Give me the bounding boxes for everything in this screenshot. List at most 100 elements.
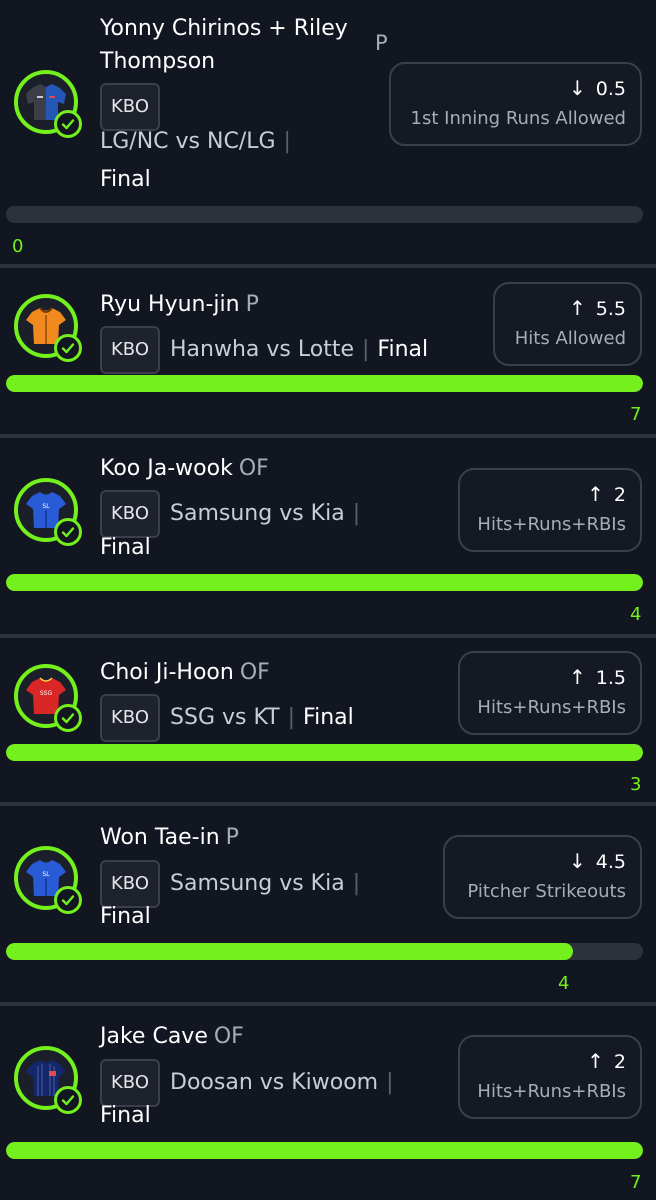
prop-line-value: 1.5 <box>595 667 626 689</box>
meta-row: KBO Samsung vs Kia | <box>100 490 368 538</box>
result-value: 0 <box>12 236 24 257</box>
prop-stat: 1st Inning Runs Allowed <box>410 108 626 129</box>
prop-stat: Hits+Runs+RBIs <box>477 697 626 718</box>
player-position: OF <box>213 1024 244 1049</box>
result-value: 7 <box>630 1172 642 1193</box>
player-name: Yonny Chirinos + Riley Thompson <box>100 16 348 74</box>
meta-row: KBO Doosan vs Kiwoom | <box>100 1059 402 1107</box>
progress-fill <box>6 574 643 591</box>
pick-card[interactable]: SL Won Tae-in P KBO Samsung vs Kia | Final … <box>0 806 656 1002</box>
prop-stat: Hits+Runs+RBIs <box>477 514 626 535</box>
player-avatar <box>14 294 82 362</box>
player-position: OF <box>238 456 269 481</box>
player-name: Ryu Hyun-jin P <box>100 292 259 317</box>
player-name: Jake Cave OF <box>100 1024 244 1049</box>
meta-row: KBO SSG vs KT | Final <box>100 694 354 742</box>
progress-bar <box>6 206 643 223</box>
league-badge: KBO <box>100 1059 161 1107</box>
player-avatar <box>14 70 82 138</box>
progress-fill <box>6 1142 643 1159</box>
game-status: Final <box>100 535 151 560</box>
prop-line-box[interactable]: ↑ 5.5 Hits Allowed <box>493 282 642 366</box>
result-value: 4 <box>558 973 570 994</box>
league-badge: KBO <box>100 490 161 538</box>
matchup: Hanwha vs Lotte <box>170 337 354 362</box>
prop-line-box[interactable]: ↑ 2 Hits+Runs+RBIs <box>458 1035 642 1119</box>
prop-line-value: 5.5 <box>595 298 626 320</box>
pick-card[interactable]: Yonny Chirinos + Riley Thompson P KBO LG… <box>0 0 656 266</box>
prop-line-box[interactable]: ↓ 0.5 1st Inning Runs Allowed <box>389 62 642 146</box>
matchup: Doosan vs Kiwoom <box>170 1070 379 1095</box>
game-status: Final <box>100 167 151 192</box>
player-name: Choi Ji-Hoon OF <box>100 660 270 685</box>
arrow-up-icon: ↑ <box>569 665 586 689</box>
game-status: Final <box>303 705 354 730</box>
separator: | <box>352 501 361 526</box>
matchup-row: LG/NC vs NC/LG | <box>100 124 299 160</box>
league-badge: KBO <box>100 694 161 742</box>
check-icon <box>54 1086 82 1114</box>
meta-row: KBO Hanwha vs Lotte | Final <box>100 326 428 374</box>
prop-line-box[interactable]: ↑ 2 Hits+Runs+RBIs <box>458 468 642 552</box>
player-position: P <box>375 31 388 55</box>
pick-card[interactable]: Jake Cave OF KBO Doosan vs Kiwoom | Final ↑… <box>0 1006 656 1200</box>
progress-bar <box>6 943 643 960</box>
check-icon <box>54 518 82 546</box>
player-position: P <box>245 292 259 317</box>
pick-card[interactable]: SL Koo Ja-wook OF KBO Samsung vs Kia | Fina… <box>0 438 656 634</box>
prop-line-value: 2 <box>613 484 626 506</box>
player-position: OF <box>239 660 270 685</box>
game-status: Final <box>377 337 429 362</box>
progress-fill <box>6 375 643 392</box>
player-avatar: SL <box>14 846 82 914</box>
arrow-up-icon: ↑ <box>587 1049 604 1073</box>
progress-fill <box>6 744 643 761</box>
game-status: Final <box>100 904 151 929</box>
matchup: Samsung vs Kia <box>170 871 345 896</box>
arrow-down-icon: ↓ <box>569 849 586 873</box>
check-icon <box>54 886 82 914</box>
player-position: P <box>225 825 239 850</box>
result-value: 3 <box>630 774 642 795</box>
progress-bar <box>6 1142 643 1159</box>
matchup: Samsung vs Kia <box>170 501 345 526</box>
arrow-up-icon: ↑ <box>569 296 586 320</box>
player-avatar: SL <box>14 478 82 546</box>
check-icon <box>54 704 82 732</box>
svg-text:SL: SL <box>42 503 50 510</box>
prop-stat: Hits+Runs+RBIs <box>477 1081 626 1102</box>
check-icon <box>54 334 82 362</box>
separator: | <box>352 871 361 896</box>
player-avatar: SSG <box>14 664 82 732</box>
progress-fill <box>6 943 573 960</box>
prop-stat: Hits Allowed <box>514 328 626 349</box>
separator: | <box>386 1070 394 1095</box>
prop-line-box[interactable]: ↓ 4.5 Pitcher Strikeouts <box>443 835 642 919</box>
player-avatar <box>14 1046 82 1114</box>
prop-line-box[interactable]: ↑ 1.5 Hits+Runs+RBIs <box>458 651 642 735</box>
prop-stat: Pitcher Strikeouts <box>467 881 626 902</box>
svg-text:SL: SL <box>42 871 50 878</box>
matchup: LG/NC vs NC/LG <box>100 129 276 154</box>
separator: | <box>287 705 296 730</box>
meta-row: KBO Samsung vs Kia | <box>100 860 368 908</box>
result-value: 4 <box>630 604 642 625</box>
pick-card[interactable]: SSG Choi Ji-Hoon OF KBO SSG vs KT | Final ↑ 1… <box>0 638 656 804</box>
prop-line-value: 2 <box>613 1051 626 1073</box>
pick-card[interactable]: Ryu Hyun-jin P KBO Hanwha vs Lotte | Final ↑… <box>0 268 656 434</box>
check-icon <box>54 110 82 138</box>
matchup: SSG vs KT <box>170 705 280 730</box>
progress-bar <box>6 375 643 392</box>
player-name: Won Tae-in P <box>100 825 239 850</box>
arrow-down-icon: ↓ <box>569 76 586 100</box>
player-name: Koo Ja-wook OF <box>100 456 269 481</box>
separator: | <box>283 129 291 154</box>
prop-line-value: 0.5 <box>595 78 626 100</box>
result-value: 7 <box>630 404 642 425</box>
separator: | <box>362 337 370 362</box>
game-status: Final <box>100 1103 151 1128</box>
arrow-up-icon: ↑ <box>587 482 604 506</box>
progress-bar <box>6 574 643 591</box>
progress-bar <box>6 744 643 761</box>
prop-line-value: 4.5 <box>595 851 626 873</box>
